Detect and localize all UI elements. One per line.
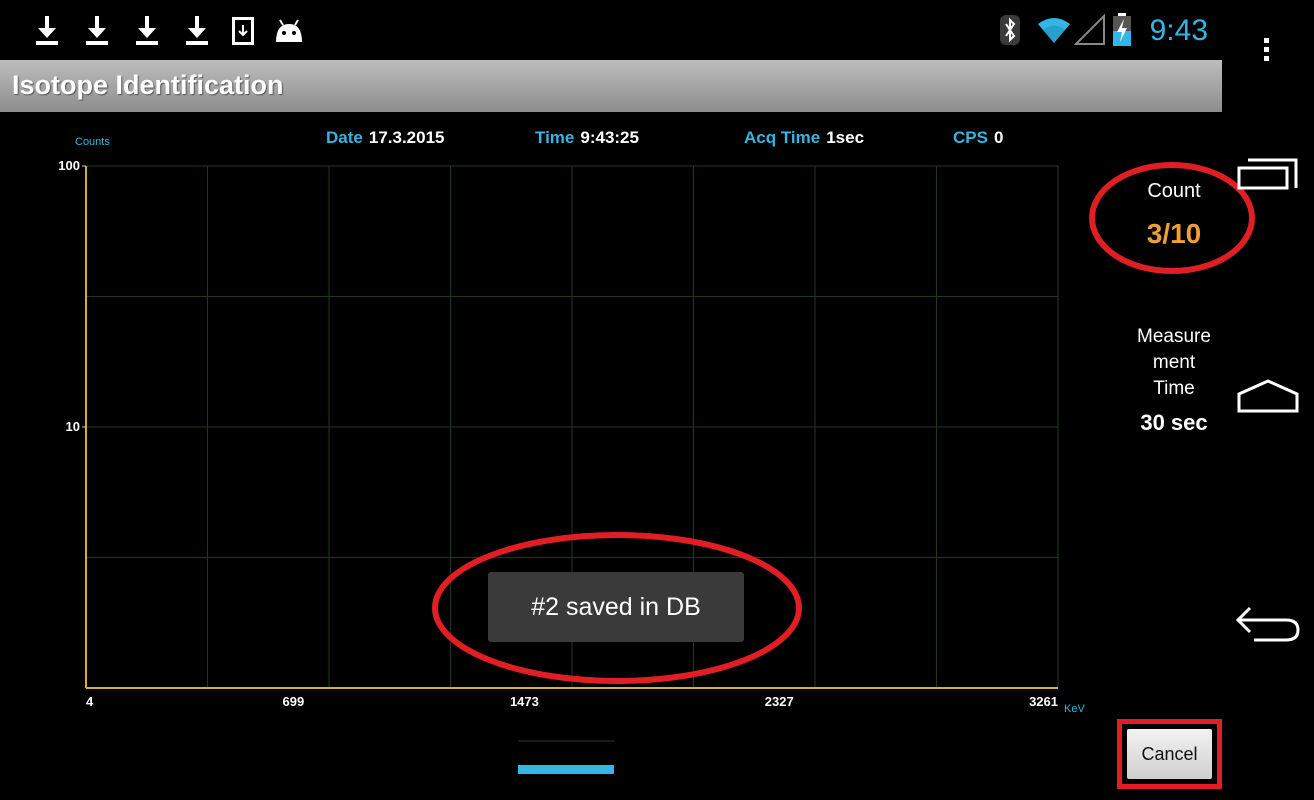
back-icon[interactable] — [1234, 604, 1302, 644]
bluetooth-icon — [1000, 15, 1020, 45]
measurement-time-label: Measure ment Time — [1104, 324, 1244, 402]
y-tick-label: 100 — [58, 158, 80, 173]
x-tick-label: 4 — [86, 694, 94, 709]
x-tick-label: 2327 — [765, 694, 794, 709]
recent-apps-icon[interactable] — [1236, 152, 1300, 192]
toast-highlight-ellipse — [432, 532, 802, 684]
x-axis-label: KeV — [1064, 703, 1085, 715]
cancel-button[interactable]: Cancel — [1127, 729, 1212, 779]
measurement-label-line: Measure — [1137, 326, 1211, 347]
measurement-label-line: Time — [1153, 378, 1195, 399]
wifi-icon — [1038, 18, 1070, 43]
x-tick-label: 3261 — [1029, 694, 1058, 709]
download-icon — [36, 16, 58, 46]
count-highlight-ellipse — [1089, 162, 1255, 274]
download-file-icon — [232, 17, 254, 45]
measurement-time-value: 30 sec — [1140, 410, 1208, 435]
home-icon[interactable] — [1236, 378, 1300, 414]
clock: 9:43 — [1149, 14, 1208, 47]
download-icon — [136, 16, 158, 46]
status-bar: 9:43 — [0, 0, 1230, 60]
x-tick-label: 1473 — [510, 694, 539, 709]
page-indicator-track — [518, 740, 614, 742]
download-icon — [86, 16, 108, 46]
overflow-menu-icon[interactable] — [1264, 38, 1269, 65]
page-indicator — [518, 765, 614, 774]
y-tick-label: 10 — [66, 419, 80, 434]
measurement-label-line: ment — [1152, 352, 1196, 373]
battery-charging-icon — [1113, 13, 1131, 46]
x-tick-label: 699 — [283, 694, 305, 709]
signal-icon — [1074, 14, 1105, 45]
android-icon — [276, 19, 302, 42]
download-icon — [186, 16, 208, 46]
action-bar: Isotope Identification — [0, 60, 1222, 112]
page-title: Isotope Identification — [12, 70, 284, 100]
